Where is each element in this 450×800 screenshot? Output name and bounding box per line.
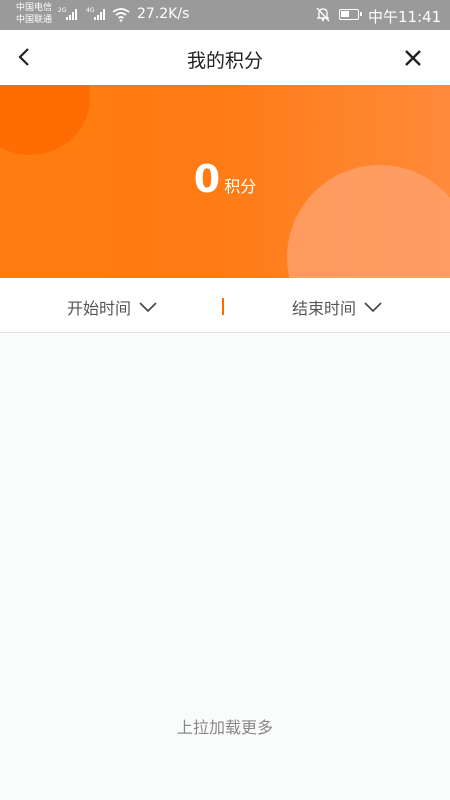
carrier-names: 中国电信 中国联通 [16, 2, 52, 26]
carrier-2: 中国联通 [16, 15, 53, 25]
points-value: 0 [193, 157, 221, 201]
network-speed: 27.2K/s [137, 6, 190, 22]
points-unit: 积分 [224, 177, 257, 196]
load-more-hint[interactable]: 上拉加载更多 [0, 714, 450, 738]
end-time-label: 结束时间 [292, 299, 357, 318]
filter-divider [222, 298, 224, 315]
end-time-filter[interactable]: 结束时间 [292, 295, 382, 319]
chevron-down-icon [364, 302, 382, 313]
page-title: 我的积分 [186, 50, 263, 72]
battery-icon [339, 9, 362, 20]
chevron-down-icon [139, 302, 157, 313]
start-time-label: 开始时间 [67, 299, 132, 318]
start-time-filter[interactable]: 开始时间 [67, 295, 157, 319]
date-filter-bar: 开始时间 结束时间 [0, 278, 450, 333]
clock: 中午11:41 [368, 8, 442, 26]
decorative-circle [0, 85, 90, 155]
status-bar: 中国电信 中国联通 2G 4G 27.2K/s 中午11:41 [0, 0, 450, 30]
points-display: 0 积分 [0, 157, 450, 201]
points-banner: 0 积分 [0, 85, 450, 278]
close-icon[interactable] [402, 47, 424, 69]
signal-icon [94, 9, 105, 20]
bell-muted-icon [316, 7, 330, 22]
carrier-1: 中国电信 [16, 3, 53, 13]
nav-bar: 我的积分 [0, 30, 450, 85]
signal-icon [66, 9, 77, 20]
wifi-icon [112, 8, 130, 22]
